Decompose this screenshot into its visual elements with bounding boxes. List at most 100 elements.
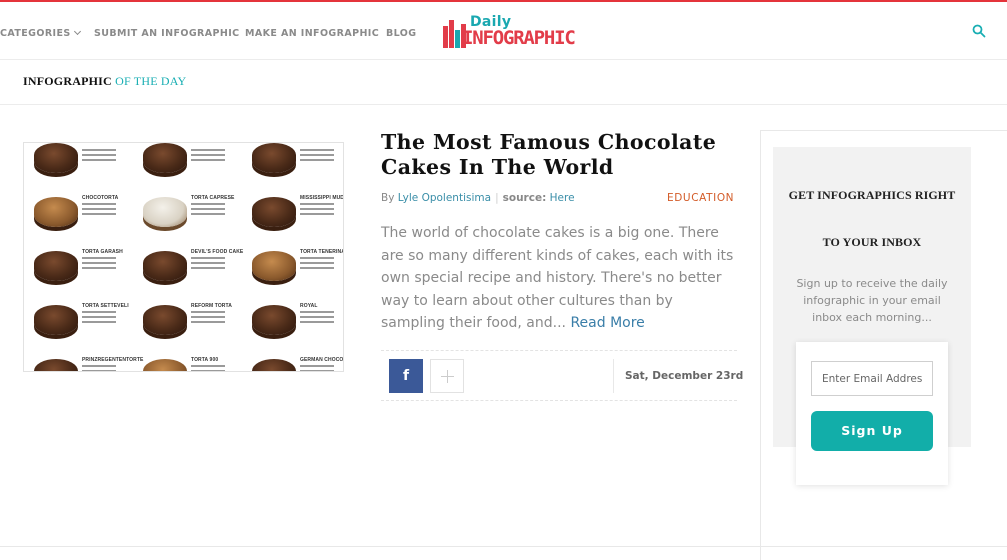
- cake-image: [34, 359, 78, 371]
- cake-description-line: [300, 311, 334, 313]
- cake-description-line: [191, 365, 225, 367]
- post-meta: By Lyle Opolentisima | source: Here: [381, 192, 575, 204]
- cake-image: [143, 197, 187, 227]
- cake-description-line: [300, 159, 334, 161]
- cake-description-line: [300, 267, 334, 269]
- cake-name: MISSISSIPPI MUD PIE: [300, 195, 344, 201]
- nav-make-infographic[interactable]: MAKE AN INFOGRAPHIC: [245, 28, 379, 39]
- cake-description-line: [300, 316, 334, 318]
- cake-description-line: [191, 311, 225, 313]
- cake-description-line: [300, 370, 334, 371]
- cake-name: ROYAL: [300, 303, 318, 309]
- read-more-link[interactable]: Read More: [570, 315, 644, 331]
- excerpt-text: The world of chocolate cakes is a big on…: [381, 225, 734, 331]
- post-date: Sat, December 23rd: [625, 370, 744, 382]
- cake-description-line: [191, 267, 225, 269]
- facebook-share-button[interactable]: f: [389, 359, 423, 393]
- cake-description-line: [82, 149, 116, 151]
- cake-description-line: [191, 154, 225, 156]
- source-label: source:: [502, 192, 547, 204]
- cake-item: TORTA TENERINA: [244, 243, 344, 294]
- cake-description-line: [191, 316, 225, 318]
- cake-item: [244, 143, 343, 186]
- cake-image: [143, 305, 187, 335]
- cake-description-line: [191, 159, 225, 161]
- section-header: INFOGRAPHIC OF THE DAY: [0, 60, 1007, 105]
- cake-item: [26, 143, 132, 186]
- cake-description-line: [82, 267, 116, 269]
- cake-name: GERMAN CHOCOLATE CAKE: [300, 357, 344, 363]
- cake-image: [252, 143, 296, 173]
- cake-item: MISSISSIPPI MUD PIE: [244, 189, 344, 240]
- cake-description-line: [82, 208, 116, 210]
- cake-image: [34, 305, 78, 335]
- cake-description-line: [82, 203, 116, 205]
- cake-description-line: [191, 203, 225, 205]
- cake-description-line: [191, 321, 225, 323]
- newsletter-description: Sign up to receive the daily infographic…: [796, 277, 948, 324]
- cake-item: [135, 143, 241, 186]
- cake-name: TORTA SETTEVELI: [82, 303, 129, 309]
- source-link[interactable]: Here: [550, 192, 575, 204]
- cake-item: ROYAL: [244, 297, 343, 348]
- cake-description-line: [191, 149, 225, 151]
- cake-description-line: [82, 213, 116, 215]
- category-link[interactable]: EDUCATION: [667, 192, 734, 204]
- cake-item: REFORM TORTA: [135, 297, 241, 348]
- cake-description-line: [82, 370, 116, 371]
- nav-categories[interactable]: CATEGORIES: [0, 27, 81, 39]
- nav-submit-infographic[interactable]: SUBMIT AN INFOGRAPHIC: [94, 28, 240, 39]
- cake-description-line: [82, 316, 116, 318]
- cake-item: TORTA SETTEVELI: [26, 297, 132, 348]
- date-divider: [613, 359, 614, 393]
- cake-description-line: [82, 365, 116, 367]
- cake-description-line: [191, 213, 225, 215]
- cake-image: [143, 143, 187, 173]
- cake-image: [143, 359, 187, 371]
- cake-description-line: [300, 154, 334, 156]
- cake-name: TORTA TENERINA: [300, 249, 344, 255]
- more-share-button[interactable]: [430, 359, 464, 393]
- by-label: By: [381, 192, 395, 204]
- cake-description-line: [191, 257, 225, 259]
- footer-divider: [0, 546, 1007, 547]
- cake-item: TORTA 900: [135, 351, 241, 371]
- share-row: f Sat, December 23rd: [381, 350, 743, 401]
- cake-item: CHOCOTORTA: [26, 189, 132, 240]
- cake-description-line: [191, 262, 225, 264]
- cake-description-line: [191, 208, 225, 210]
- cake-description-line: [82, 159, 116, 161]
- cake-name: TORTA CAPRESE: [191, 195, 235, 201]
- cake-item: GERMAN CHOCOLATE CAKE: [244, 351, 344, 371]
- cake-item: TORTA GARASH: [26, 243, 132, 294]
- post-title[interactable]: The Most Famous Chocolate Cakes In The W…: [381, 130, 741, 180]
- cake-image: [252, 251, 296, 281]
- cake-description-line: [300, 257, 334, 259]
- nav-categories-label: CATEGORIES: [0, 28, 71, 39]
- signup-button[interactable]: Sign Up: [811, 411, 933, 451]
- cake-description-line: [300, 213, 334, 215]
- cake-description-line: [300, 365, 334, 367]
- main-navigation: CATEGORIES SUBMIT AN INFOGRAPHIC MAKE AN…: [0, 2, 1007, 60]
- nav-blog[interactable]: BLOG: [386, 28, 416, 39]
- cake-description-line: [300, 208, 334, 210]
- cake-name: TORTA 900: [191, 357, 219, 363]
- infographic-thumbnail[interactable]: CHOCOTORTA TORTA CAPRESE MISSISSIPPI MUD P…: [23, 142, 344, 372]
- cake-description-line: [82, 262, 116, 264]
- email-field[interactable]: [811, 361, 933, 396]
- cake-image: [252, 197, 296, 227]
- cake-item: PRINZREGENTENTORTE: [26, 351, 143, 371]
- cake-image: [34, 251, 78, 281]
- logo-infographic-text: INFOGRAPHIC: [462, 27, 576, 49]
- search-icon[interactable]: [972, 24, 986, 38]
- cake-description-line: [82, 257, 116, 259]
- cake-name: DEVIL'S FOOD CAKE: [191, 249, 244, 255]
- newsletter-heading-line1: GET INFOGRAPHICS RIGHT: [788, 188, 956, 202]
- author-link[interactable]: Lyle Opolentisima: [398, 192, 491, 204]
- cake-image: [34, 197, 78, 227]
- site-logo[interactable]: Daily INFOGRAPHIC: [443, 14, 576, 50]
- cake-image: [34, 143, 78, 173]
- cake-item: TORTA CAPRESE: [135, 189, 241, 240]
- post-excerpt: The world of chocolate cakes is a big on…: [381, 222, 741, 335]
- cake-description-line: [300, 262, 334, 264]
